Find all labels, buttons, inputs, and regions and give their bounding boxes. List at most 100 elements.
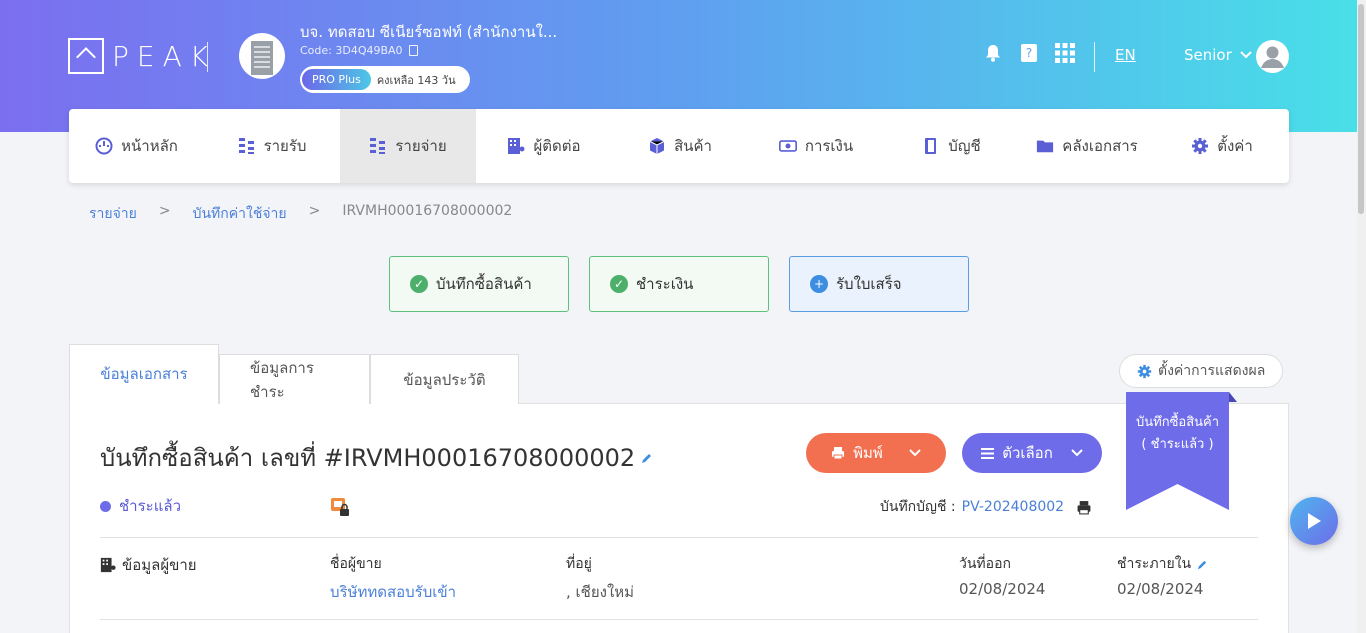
print-label: พิมพ์ (853, 444, 883, 462)
section-divider (100, 619, 1258, 620)
options-button[interactable]: ตัวเลือก (962, 433, 1102, 473)
logo-mark-icon (68, 38, 104, 74)
breadcrumb-expense-records[interactable]: บันทึกค่าใช้จ่าย (193, 203, 287, 225)
status-text: ชำระแล้ว (119, 497, 181, 515)
plan-remaining: คงเหลือ 143 วัน (376, 73, 456, 87)
nav-item-home[interactable]: หน้าหลัก (69, 109, 204, 183)
nav-item-income[interactable]: รายรับ (204, 109, 340, 183)
play-tutorial-button[interactable] (1290, 497, 1338, 545)
nav-item-documents[interactable]: คลังเอกสาร (1019, 109, 1155, 183)
vendor-address-label: ที่อยู่ (566, 556, 592, 572)
ribbon-fold (1229, 392, 1237, 402)
header-divider-right (1094, 42, 1095, 72)
main-nav: หน้าหลัก รายรับ รายจ่าย ผู้ติดต่อ สินค้า… (69, 109, 1289, 183)
header-actions: ? (982, 42, 1076, 64)
journal-link[interactable]: PV-202408002 (962, 499, 1064, 515)
plus-circle-icon: + (810, 275, 828, 293)
company-name[interactable]: บจ. ทดสอบ ซีเนียร์ซอฟท์ (สำนักงานใ... (300, 20, 557, 44)
breadcrumb-separator: > (308, 203, 321, 219)
nav-item-label: ตั้งค่า (1217, 137, 1253, 155)
nav-item-label: สินค้า (674, 137, 712, 155)
book-icon (922, 137, 940, 155)
step-label: รับใบเสร็จ (836, 275, 902, 293)
step-label: ชำระเงิน (636, 275, 694, 293)
pencil-icon[interactable] (641, 452, 653, 464)
due-date-value: 02/08/2024 (1117, 580, 1204, 598)
nav-item-products[interactable]: สินค้า (612, 109, 748, 183)
vendor-section-label: ข้อมูลผู้ขาย (122, 556, 197, 574)
svg-text:?: ? (1026, 46, 1032, 60)
gauge-icon (95, 137, 113, 155)
plan-badge[interactable]: PRO Plus คงเหลือ 143 วัน (300, 66, 470, 93)
step-receive-receipt[interactable]: + รับใบเสร็จ (789, 256, 969, 312)
building-icon (251, 41, 273, 75)
check-circle-icon: ✓ (410, 275, 428, 293)
nav-item-expenses[interactable]: รายจ่าย (340, 109, 476, 183)
chevron-down-icon (1071, 449, 1083, 457)
vendor-section-title: ข้อมูลผู้ขาย (100, 553, 197, 577)
play-icon (1308, 513, 1321, 529)
breadcrumb-expenses[interactable]: รายจ่าย (89, 203, 137, 225)
scrollbar-thumb[interactable] (1358, 4, 1364, 214)
tab-history-info[interactable]: ข้อมูลประวัติ (370, 354, 519, 404)
status-ribbon: บันทึกซื้อสินค้า ( ชำระแล้ว ) (1126, 392, 1237, 510)
nav-item-contacts[interactable]: ผู้ติดต่อ (476, 109, 612, 183)
breadcrumb-current: IRVMH00016708000002 (342, 203, 513, 219)
nav-item-settings[interactable]: ตั้งค่า (1155, 109, 1289, 183)
nav-item-label: หน้าหลัก (121, 137, 178, 155)
nav-item-accounting[interactable]: บัญชี (884, 109, 1019, 183)
locked-document-icon (330, 497, 350, 517)
document-title-text: บันทึกซื้อสินค้า เลขที่ #IRVMH0001670800… (100, 444, 636, 472)
user-avatar[interactable] (1256, 40, 1289, 73)
step-payment[interactable]: ✓ ชำระเงิน (589, 256, 769, 312)
options-label: ตัวเลือก (1002, 444, 1053, 462)
vendor-name-value[interactable]: บริษัททดสอบรับเข้า (330, 580, 456, 604)
company-avatar[interactable] (239, 33, 285, 79)
user-name: Senior (1184, 46, 1232, 64)
company-code: Code: 3D4Q49BA0 (300, 44, 418, 57)
printer-icon (832, 447, 845, 460)
bell-icon[interactable] (982, 42, 1004, 64)
tab-payment-info[interactable]: ข้อมูลการชำระ (219, 354, 370, 404)
due-date-label: ชำระภายใน (1117, 553, 1208, 575)
nav-item-label: การเงิน (804, 137, 854, 155)
step-label: บันทึกซื้อสินค้า (436, 275, 532, 293)
chevron-down-icon (1240, 51, 1252, 59)
apps-grid-icon[interactable] (1054, 42, 1076, 64)
folder-icon (1036, 137, 1054, 155)
step-purchase-record[interactable]: ✓ บันทึกซื้อสินค้า (389, 256, 569, 312)
nav-item-label: ผู้ติดต่อ (533, 137, 581, 155)
copy-icon[interactable] (408, 45, 418, 56)
nav-item-label: คลังเอกสาร (1062, 137, 1138, 155)
menu-icon (981, 447, 995, 459)
coins-icon (238, 137, 256, 155)
box-icon (648, 137, 666, 155)
due-date-label-text: ชำระภายใน (1117, 556, 1192, 572)
printer-icon[interactable] (1076, 500, 1092, 515)
breadcrumb-separator: > (158, 203, 171, 219)
pencil-icon[interactable] (1197, 559, 1208, 570)
ribbon-text: บันทึกซื้อสินค้า ( ชำระแล้ว ) (1126, 412, 1229, 456)
help-icon[interactable]: ? (1018, 42, 1040, 64)
gear-icon (1191, 137, 1209, 155)
chevron-down-icon[interactable] (909, 449, 921, 457)
logo-text: PEAK (112, 39, 217, 73)
print-button[interactable]: พิมพ์ (806, 433, 946, 473)
language-switch[interactable]: EN (1115, 46, 1136, 64)
tab-document-info[interactable]: ข้อมูลเอกสาร (69, 344, 219, 404)
header-divider (207, 42, 208, 72)
building-icon (507, 137, 525, 155)
check-circle-icon: ✓ (610, 275, 628, 293)
breadcrumb: รายจ่าย > บันทึกค่าใช้จ่าย > IRVMH000167… (89, 203, 512, 225)
ribbon-line-1: บันทึกซื้อสินค้า (1135, 415, 1220, 430)
user-menu[interactable]: Senior (1184, 46, 1252, 64)
vendor-address-value: , เชียงใหม่ (566, 583, 635, 601)
nav-item-finance[interactable]: การเงิน (748, 109, 884, 183)
journal-entry: บันทึกบัญชี : PV-202408002 (880, 496, 1092, 518)
issue-date-value: 02/08/2024 (959, 580, 1046, 598)
user-icon (1261, 46, 1284, 68)
display-settings-button[interactable]: ตั้งค่าการแสดงผล (1119, 354, 1284, 388)
plan-tag: PRO Plus (302, 69, 371, 90)
peak-logo[interactable]: PEAK (68, 38, 216, 74)
status-dot (100, 500, 111, 512)
